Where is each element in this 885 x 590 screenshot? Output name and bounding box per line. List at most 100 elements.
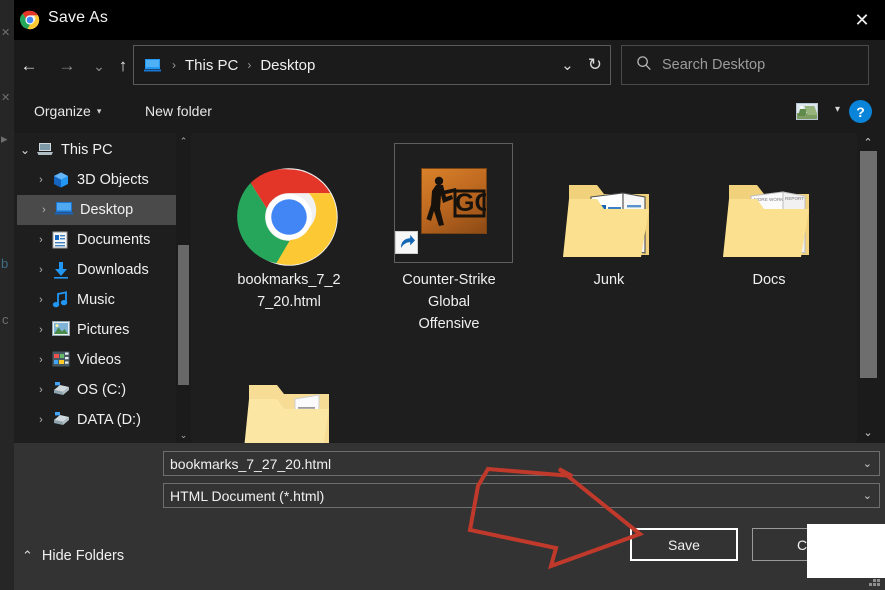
chevron-right-icon[interactable]: › bbox=[30, 234, 52, 246]
folder-docs-icon bbox=[529, 141, 689, 269]
chevron-down-icon[interactable]: ⌄ bbox=[14, 143, 36, 157]
chevron-right-icon[interactable]: › bbox=[33, 204, 55, 216]
organize-button[interactable]: Organize ▾ bbox=[25, 95, 110, 127]
close-icon[interactable]: ✕ bbox=[839, 0, 885, 40]
hide-folders-button[interactable]: ⌃ Hide Folders bbox=[22, 548, 124, 564]
organize-label: Organize bbox=[34, 103, 91, 119]
help-button[interactable]: ? bbox=[849, 100, 872, 123]
search-icon bbox=[636, 55, 652, 76]
folder-papers-icon: MORE WORKREPORT 189%33 sub totalttl bott… bbox=[689, 141, 849, 269]
sidebar-item-3d-objects[interactable]: › 3D Objects bbox=[14, 165, 190, 195]
new-folder-label: New folder bbox=[145, 103, 212, 119]
breadcrumb-separator-0: › bbox=[172, 58, 176, 72]
file-scroll-thumb[interactable] bbox=[860, 151, 877, 378]
file-pane-scrollbar[interactable]: ⌃ ⌄ bbox=[857, 133, 885, 443]
hide-folders-label: Hide Folders bbox=[41, 548, 125, 564]
svg-text:REPORT: REPORT bbox=[785, 196, 804, 201]
list-item[interactable] bbox=[209, 341, 369, 443]
filename-field[interactable]: bookmarks_7_27_20.html ⌄ bbox=[163, 451, 880, 476]
back-button[interactable]: ← bbox=[14, 50, 44, 82]
sidebar-item-label: Desktop bbox=[80, 202, 134, 218]
title-bar: Save As ✕ bbox=[14, 0, 885, 40]
sidebar-item-downloads[interactable]: › Downloads bbox=[14, 255, 190, 285]
videos-icon bbox=[52, 351, 70, 369]
sidebar-item-this-pc[interactable]: ⌄ This PC bbox=[14, 135, 190, 165]
filetype-dropdown-icon[interactable]: ⌄ bbox=[863, 489, 872, 502]
file-scroll-up-icon[interactable]: ⌃ bbox=[857, 133, 879, 151]
background-window-strip bbox=[0, 0, 14, 590]
breadcrumb-desktop[interactable]: Desktop bbox=[258, 57, 317, 74]
this-pc-breadcrumb-icon bbox=[144, 58, 161, 72]
sidebar-item-label: DATA (D:) bbox=[77, 412, 141, 428]
chevron-right-icon[interactable]: › bbox=[30, 354, 52, 366]
sidebar-item-pictures[interactable]: › Pictures bbox=[14, 315, 190, 345]
sidebar-item-label: Documents bbox=[77, 232, 151, 248]
desktop-icon bbox=[55, 201, 73, 219]
sidebar-scrollbar[interactable]: ⌃ ⌄ bbox=[176, 133, 191, 443]
list-item-label-line1: Docs bbox=[752, 272, 786, 288]
list-item-label-line1: Junk bbox=[593, 272, 625, 288]
sidebar-scroll-down-icon[interactable]: ⌄ bbox=[176, 427, 191, 443]
chevron-right-icon[interactable]: › bbox=[30, 174, 52, 186]
pictures-icon bbox=[52, 321, 70, 339]
list-item-label-line2: 7_20.html bbox=[257, 294, 321, 310]
downloads-icon bbox=[52, 261, 70, 279]
chevron-right-icon[interactable]: › bbox=[30, 384, 52, 396]
sidebar-item-data-d[interactable]: › DATA (D:) bbox=[14, 405, 190, 435]
list-item[interactable]: GO Counter-Strike Global Offensive bbox=[369, 141, 529, 335]
save-button[interactable]: Save bbox=[630, 528, 738, 561]
sidebar-item-label: This PC bbox=[61, 142, 113, 158]
file-scroll-down-icon[interactable]: ⌄ bbox=[857, 423, 879, 441]
search-input[interactable]: Search Desktop bbox=[662, 57, 765, 73]
bg-glyph-2: ▸ bbox=[1, 131, 8, 146]
documents-icon bbox=[52, 231, 70, 249]
sidebar-item-label: Downloads bbox=[77, 262, 149, 278]
sidebar-item-os-c[interactable]: › OS (C:) bbox=[14, 375, 190, 405]
file-list-pane[interactable]: bookmarks_7_2 7_20.html GO bbox=[197, 133, 857, 443]
sidebar-scroll-up-icon[interactable]: ⌃ bbox=[176, 133, 191, 149]
new-folder-button[interactable]: New folder bbox=[136, 95, 221, 127]
sidebar-item-videos[interactable]: › Videos bbox=[14, 345, 190, 375]
list-item[interactable]: Junk bbox=[529, 141, 689, 291]
white-overlay-rect bbox=[807, 524, 885, 578]
bg-glyph-3: b bbox=[1, 256, 9, 271]
view-options-caret-icon[interactable]: ▾ bbox=[835, 104, 840, 115]
svg-text:GO: GO bbox=[455, 189, 487, 217]
sidebar-item-documents[interactable]: › Documents bbox=[14, 225, 190, 255]
chevron-down-icon: ▾ bbox=[96, 105, 102, 116]
csgo-shortcut-icon: GO bbox=[369, 141, 529, 269]
bg-glyph-1: ✕ bbox=[1, 92, 11, 104]
chevron-right-icon[interactable]: › bbox=[30, 264, 52, 276]
list-item[interactable]: MORE WORKREPORT 189%33 sub totalttl bott… bbox=[689, 141, 849, 291]
list-item[interactable]: bookmarks_7_2 7_20.html bbox=[209, 141, 369, 313]
breadcrumb-separator-1: › bbox=[247, 58, 252, 72]
list-item-label-line1: bookmarks_7_2 bbox=[237, 272, 341, 288]
sidebar-item-label: 3D Objects bbox=[77, 172, 149, 188]
address-bar[interactable]: › This PC › Desktop ⌄ ↻ bbox=[133, 45, 611, 85]
bg-glyph-0: ✕ bbox=[1, 27, 11, 39]
list-item-label-line1: Counter-Strike bbox=[402, 272, 496, 288]
chevron-right-icon[interactable]: › bbox=[30, 324, 52, 336]
bg-glyph-4: c bbox=[2, 312, 9, 327]
forward-button[interactable]: → bbox=[52, 50, 82, 82]
address-dropdown-icon[interactable]: ⌄ bbox=[561, 56, 574, 74]
drive-icon bbox=[52, 381, 70, 399]
list-item-label-line2: Global bbox=[428, 294, 470, 310]
folder-partial-icon bbox=[209, 341, 369, 443]
chrome-file-icon bbox=[209, 141, 369, 269]
filename-dropdown-icon[interactable]: ⌄ bbox=[863, 457, 872, 470]
this-pc-icon bbox=[36, 141, 54, 159]
chevron-right-icon[interactable]: › bbox=[30, 294, 52, 306]
view-options-icon[interactable] bbox=[796, 103, 818, 120]
sidebar-item-music[interactable]: › Music bbox=[14, 285, 190, 315]
breadcrumb-this-pc[interactable]: This PC bbox=[183, 57, 240, 74]
filename-value[interactable]: bookmarks_7_27_20.html bbox=[164, 456, 331, 472]
chevron-right-icon[interactable]: › bbox=[30, 414, 52, 426]
3d-objects-icon bbox=[52, 171, 70, 189]
search-box[interactable]: Search Desktop bbox=[621, 45, 869, 85]
refresh-icon[interactable]: ↻ bbox=[588, 55, 602, 75]
filetype-field[interactable]: HTML Document (*.html) ⌄ bbox=[163, 483, 880, 508]
sidebar-scroll-thumb[interactable] bbox=[178, 245, 189, 385]
sidebar-item-desktop[interactable]: › Desktop bbox=[17, 195, 187, 225]
filetype-value[interactable]: HTML Document (*.html) bbox=[164, 488, 324, 504]
